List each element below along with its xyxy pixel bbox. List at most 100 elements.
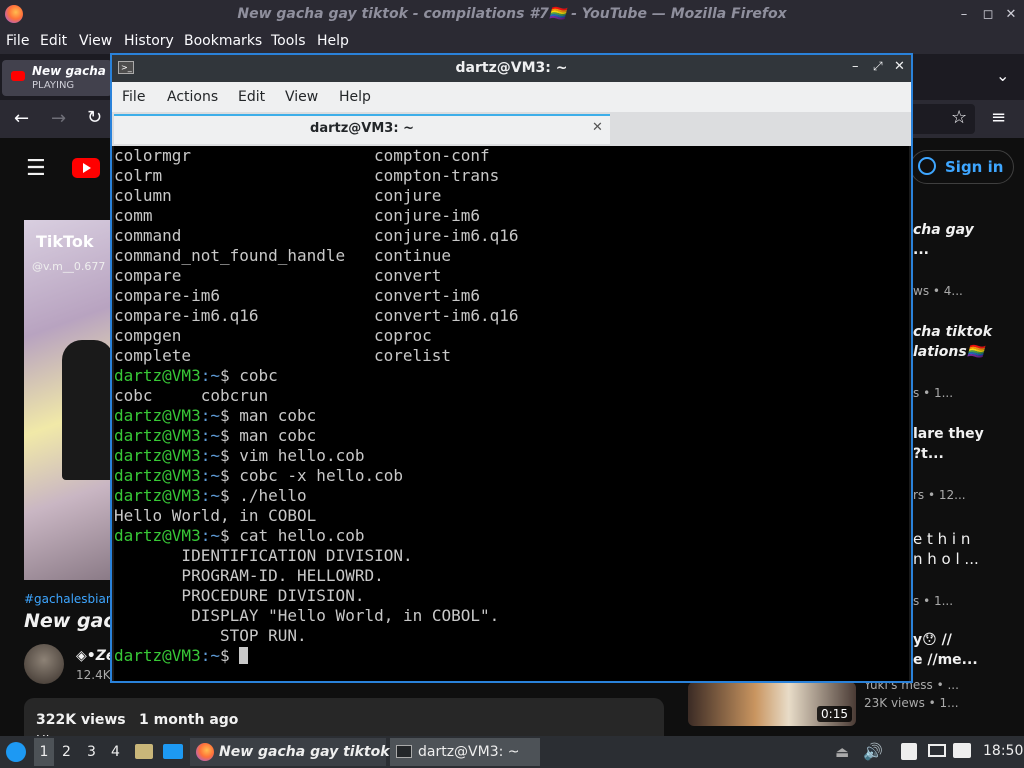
channel-avatar[interactable] [24,644,64,684]
menu-tools[interactable]: Tools [271,33,306,49]
back-icon[interactable]: ← [14,108,29,129]
completion-row: command_not_found_handle continue [114,246,451,266]
command-text [230,646,240,665]
prompt-line: dartz@VM3:~$ [114,646,249,666]
completion-col-2: conjure-im6 [374,206,480,225]
term-menu-actions[interactable]: Actions [167,89,218,105]
recommendation-item[interactable]: y😯 // e //me... [913,632,1023,672]
recommendation-item[interactable]: cha tiktok lations🏳️‍🌈 s • 1... [913,324,1023,404]
term-menu-edit[interactable]: Edit [238,89,265,105]
output-line: STOP RUN. [114,626,307,645]
term-menu-view[interactable]: View [285,89,318,105]
term-menu-help[interactable]: Help [339,89,371,105]
menu-history[interactable]: History [124,33,174,49]
prompt-line: dartz@VM3:~$ cobc [114,366,278,386]
recommendation-item[interactable]: cha gay ... ws • 4... [913,222,1023,302]
minimize-icon[interactable]: – [956,7,972,23]
clipboard-icon[interactable] [901,743,917,760]
close-icon[interactable]: ✕ [1003,7,1019,23]
firefox-titlebar: New gacha gay tiktok - compilations #7🏳️… [0,0,1024,30]
maximize-icon[interactable]: ◻ [980,7,996,23]
completion-row: column conjure [114,186,441,206]
prompt-path: :~ [200,446,220,465]
hamburger-menu-icon[interactable]: ☰ [26,156,46,181]
prompt-path: :~ [200,486,220,505]
term-menu-file[interactable]: File [122,89,145,105]
prompt-path: :~ [200,526,220,545]
tiktok-watermark: TikTok [36,232,94,251]
rec-title: lare they [913,426,984,442]
menu-edit[interactable]: Edit [40,33,67,49]
youtube-logo-icon[interactable] [72,158,100,178]
terminal-titlebar[interactable]: >_ dartz@VM3: ~ – ⤢ ✕ [112,55,911,82]
rec-meta: 23K views • 1... [864,696,959,710]
start-menu-icon[interactable] [6,742,26,762]
recommendation-item[interactable]: lare they ?t... rs • 12... [913,426,1023,506]
network-icon[interactable] [953,743,971,758]
app-menu-icon[interactable]: ≡ [991,107,1006,128]
menu-file[interactable]: File [6,33,29,49]
command-text: cat hello.cob [229,526,365,545]
menu-view[interactable]: View [79,33,112,49]
terminal-tab[interactable]: dartz@VM3: ~ ✕ [114,114,610,144]
forward-icon[interactable]: → [51,108,66,129]
completion-row: compare-im6 convert-im6 [114,286,480,306]
rec-title-2: ?t... [913,446,944,462]
rec-title: e t h i n [913,530,971,548]
bookmark-star-icon[interactable]: ☆ [951,107,967,128]
rec-title: cha gay [913,222,974,238]
output-line: cobc cobcrun [114,386,269,405]
rec-meta: rs • 12... [913,488,966,502]
terminal-tab-title: dartz@VM3: ~ [310,121,414,136]
terminal-task-icon [396,745,412,758]
menu-bookmarks[interactable]: Bookmarks [184,33,262,49]
terminal-tab-close-icon[interactable]: ✕ [592,120,603,135]
command-text: vim hello.cob [229,446,365,465]
terminal-minimize-icon[interactable]: – [852,59,859,74]
tiktok-user: @v.m__0.677 [32,260,106,273]
video-player[interactable]: TikTok @v.m__0.677 [24,220,114,580]
prompt-user: dartz@VM3 [114,406,201,425]
subscriber-count: 12.4K [76,668,111,682]
prompt-symbol: $ [219,426,230,445]
terminal-output[interactable]: colormgr compton-conf colrm compton-trans co… [114,146,909,681]
browser-tab[interactable]: New gacha ga PLAYING [2,60,127,96]
rec-title-2: n h o l ... [913,550,979,568]
completion-col-2: continue [374,246,452,265]
terminal-window[interactable]: >_ dartz@VM3: ~ – ⤢ ✕ File Actions Edit … [110,53,913,683]
display-icon[interactable] [928,744,946,757]
recommendation-item[interactable]: e t h i n n h o l ... s • 1... [913,530,1023,610]
sign-in-button[interactable]: Sign in [910,150,1014,184]
show-desktop-icon[interactable] [163,744,183,759]
completion-col-2: compton-conf [374,146,490,165]
reload-icon[interactable]: ↻ [87,107,102,128]
task-firefox-label: New gacha gay tiktok -... [219,744,417,760]
prompt-symbol: $ [219,646,230,665]
rec-meta: s • 1... [913,594,954,608]
completion-row: compgen coproc [114,326,432,346]
completion-col-2: convert [374,266,442,285]
task-firefox[interactable]: New gacha gay tiktok -... [190,738,416,766]
completion-col-1: compgen [114,326,182,345]
completion-col-1: command_not_found_handle [114,246,346,265]
workspace-1[interactable]: 1 [34,738,54,766]
task-terminal[interactable]: dartz@VM3: ~ [390,738,540,766]
terminal-close-icon[interactable]: ✕ [894,59,905,74]
recommendation-thumbnail[interactable]: 0:15 [688,682,856,726]
workspace-2[interactable]: 2 [62,738,76,766]
workspace-3[interactable]: 3 [87,738,101,766]
tab-list-chevron-icon[interactable]: ⌄ [996,66,1009,85]
prompt-symbol: $ [219,406,230,425]
file-manager-icon[interactable] [135,744,153,759]
output-line: DISPLAY "Hello World, in COBOL". [114,606,500,625]
volume-icon[interactable]: 🔊 [863,742,883,761]
menu-help[interactable]: Help [317,33,349,49]
window-title: New gacha gay tiktok - compilations #7🏳️… [237,6,787,22]
terminal-menubar: File Actions Edit View Help [112,82,911,112]
eject-icon[interactable]: ⏏ [835,743,849,761]
rec-meta: ws • 4... [913,284,963,298]
terminal-restore-icon[interactable]: ⤢ [873,59,883,74]
sign-in-label: Sign in [945,158,1004,176]
prompt-user: dartz@VM3 [114,366,201,385]
workspace-4[interactable]: 4 [111,738,125,766]
